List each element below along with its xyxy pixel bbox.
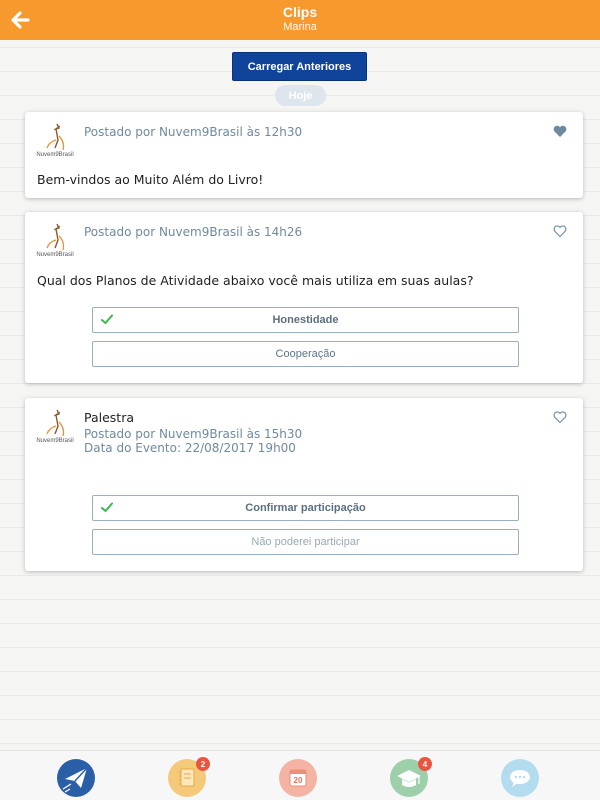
poll-option-honestidade[interactable]: Honestidade <box>92 307 519 333</box>
date-separator: Hoje <box>275 85 326 106</box>
check-icon <box>101 314 113 325</box>
event-card: Nuvem9Brasil Palestra Postado por Nuvem9… <box>25 398 583 571</box>
chat-icon <box>510 770 530 787</box>
heart-outline-icon[interactable] <box>553 411 567 424</box>
nuvem9-logo: Nuvem9Brasil <box>36 223 74 258</box>
tab-courses[interactable]: 4 <box>390 757 432 797</box>
confirm-attendance-button[interactable]: Confirmar participação <box>92 495 519 521</box>
poll-question: Qual dos Planos de Atividade abaixo você… <box>37 273 474 288</box>
app-header: Clips Marina <box>0 0 600 40</box>
load-previous-button[interactable]: Carregar Anteriores <box>232 52 367 81</box>
page-subtitle: Marina <box>283 21 317 33</box>
nuvem9-logo: Nuvem9Brasil <box>36 409 74 444</box>
bottom-tab-bar: 2 20 4 <box>0 750 600 800</box>
decline-attendance-button[interactable]: Não poderei participar <box>92 529 519 555</box>
nuvem9-logo: Nuvem9Brasil <box>36 123 74 158</box>
option-label: Cooperação <box>275 348 336 360</box>
calendar-day: 20 <box>293 776 303 785</box>
notification-badge: 4 <box>418 757 432 771</box>
poll-card: Nuvem9Brasil Postado por Nuvem9Brasil às… <box>25 212 583 383</box>
post-text: Bem-vindos ao Muito Além do Livro! <box>37 172 264 187</box>
heart-outline-icon[interactable] <box>553 225 567 238</box>
option-label: Confirmar participação <box>245 502 366 514</box>
tab-calendar[interactable]: 20 <box>279 759 317 797</box>
post-meta: Postado por Nuvem9Brasil às 12h30 <box>84 125 303 139</box>
post-card: Nuvem9Brasil Postado por Nuvem9Brasil às… <box>25 112 583 198</box>
tab-messages[interactable] <box>57 759 95 797</box>
post-meta: Postado por Nuvem9Brasil às 15h30 <box>84 427 303 441</box>
event-title: Palestra <box>84 410 135 425</box>
svg-text:Nuvem9Brasil: Nuvem9Brasil <box>36 252 73 258</box>
back-arrow-icon[interactable] <box>8 8 32 32</box>
heart-filled-icon[interactable] <box>553 125 567 138</box>
page-title: Clips <box>282 4 318 20</box>
poll-option-cooperacao[interactable]: Cooperação <box>92 341 519 367</box>
paper-plane-icon <box>62 767 88 793</box>
svg-text:Nuvem9Brasil: Nuvem9Brasil <box>36 438 73 444</box>
tab-chat[interactable] <box>501 759 539 797</box>
post-meta: Postado por Nuvem9Brasil às 14h26 <box>84 225 303 239</box>
event-date: Data do Evento: 22/08/2017 19h00 <box>84 441 296 455</box>
option-label: Honestidade <box>272 314 339 326</box>
check-icon <box>101 502 113 513</box>
option-label: Não poderei participar <box>251 536 360 548</box>
notification-badge: 2 <box>196 757 210 771</box>
svg-text:Nuvem9Brasil: Nuvem9Brasil <box>36 152 73 158</box>
tab-notebook[interactable]: 2 <box>168 757 210 797</box>
